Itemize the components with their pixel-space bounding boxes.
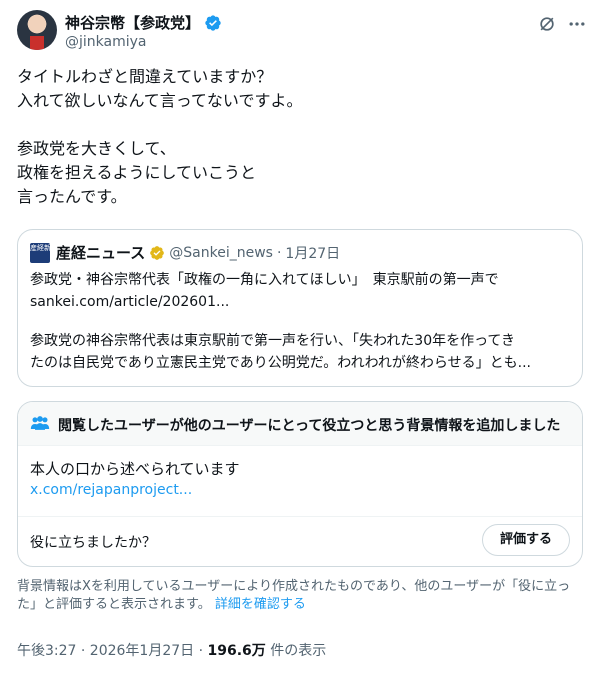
quote-handle: @Sankei_news xyxy=(169,244,273,261)
community-note-title: 閲覧したユーザーが他のユーザーにとって役立つと思う背景情報を追加しました xyxy=(58,418,561,434)
community-note-text: 本人の口から述べられています xyxy=(30,460,240,478)
quote-body: 参政党の神谷宗幣代表は東京駅前で第一声を行い、「失われた30年を作ってき たのは… xyxy=(30,330,570,374)
quote-url: sankei.com/article/202601... xyxy=(30,294,230,310)
tweet-header: 神谷宗幣【参政党】 @jinkamiya xyxy=(17,10,587,56)
rate-button[interactable]: 評価する xyxy=(482,524,570,556)
author-handle[interactable]: @jinkamiya xyxy=(65,34,146,50)
sankei-logo: 産経新聞 xyxy=(30,242,58,263)
quote-body-line: たのは自民党であり立憲民主党であり公明党だ。われわれが終わらせる」とも... xyxy=(30,355,531,371)
community-note-link[interactable]: x.com/rejapanproject... xyxy=(30,480,192,500)
quote-header: 産経新聞 産経ニュース @Sankei_news · 1月27日 xyxy=(30,242,340,263)
community-note: 閲覧したユーザーが他のユーザーにとって役立つと思う背景情報を追加しました 本人の… xyxy=(17,401,583,567)
learn-more-link[interactable]: 詳細を確認する xyxy=(215,597,306,612)
quote-author-name: 産経ニュース xyxy=(56,244,146,262)
helpful-question: 役に立ちましたか？ xyxy=(30,535,156,551)
verified-badge-icon xyxy=(205,14,221,31)
avatar[interactable] xyxy=(17,10,57,50)
gold-verified-icon xyxy=(150,245,165,260)
divider xyxy=(18,516,582,517)
quote-title: 参政党・神谷宗幣代表「政権の一角に入れてほしい」 東京駅前の第一声で xyxy=(30,272,499,288)
notes-disclaimer: 背景情報はXを利用しているユーザーにより作成されたものであり、他のユーザーが「役… xyxy=(17,578,583,614)
more-icon[interactable] xyxy=(567,14,587,34)
quote-body-line: 参政党の神谷宗幣代表は東京駅前で第一声を行い、「失われた30年を作ってき xyxy=(30,333,515,349)
timestamp[interactable]: 午後3:27 · 2026年1月27日 · xyxy=(17,643,208,659)
quoted-tweet[interactable]: 産経新聞 産経ニュース @Sankei_news · 1月27日 参政党・神谷宗… xyxy=(17,229,583,387)
tweet-footer: 午後3:27 · 2026年1月27日 · 196.6万 件の表示 xyxy=(17,640,326,660)
community-note-header: 閲覧したユーザーが他のユーザーにとって役立つと思う背景情報を追加しました xyxy=(18,402,582,446)
author-name[interactable]: 神谷宗幣【参政党】 xyxy=(65,12,200,33)
community-notes-icon xyxy=(30,416,50,430)
author-name-row[interactable]: 神谷宗幣【参政党】 xyxy=(65,12,222,33)
quote-date: 1月27日 xyxy=(285,245,341,262)
views-label: 件の表示 xyxy=(265,643,327,659)
view-count[interactable]: 196.6万 xyxy=(208,643,266,659)
quote-separator: · xyxy=(276,244,282,261)
tweet-text: タイトルわざと間違えていますか？ 入れて欲しいなんて言ってないですよ。 参政党を… xyxy=(17,67,303,206)
grok-icon[interactable] xyxy=(537,14,557,34)
